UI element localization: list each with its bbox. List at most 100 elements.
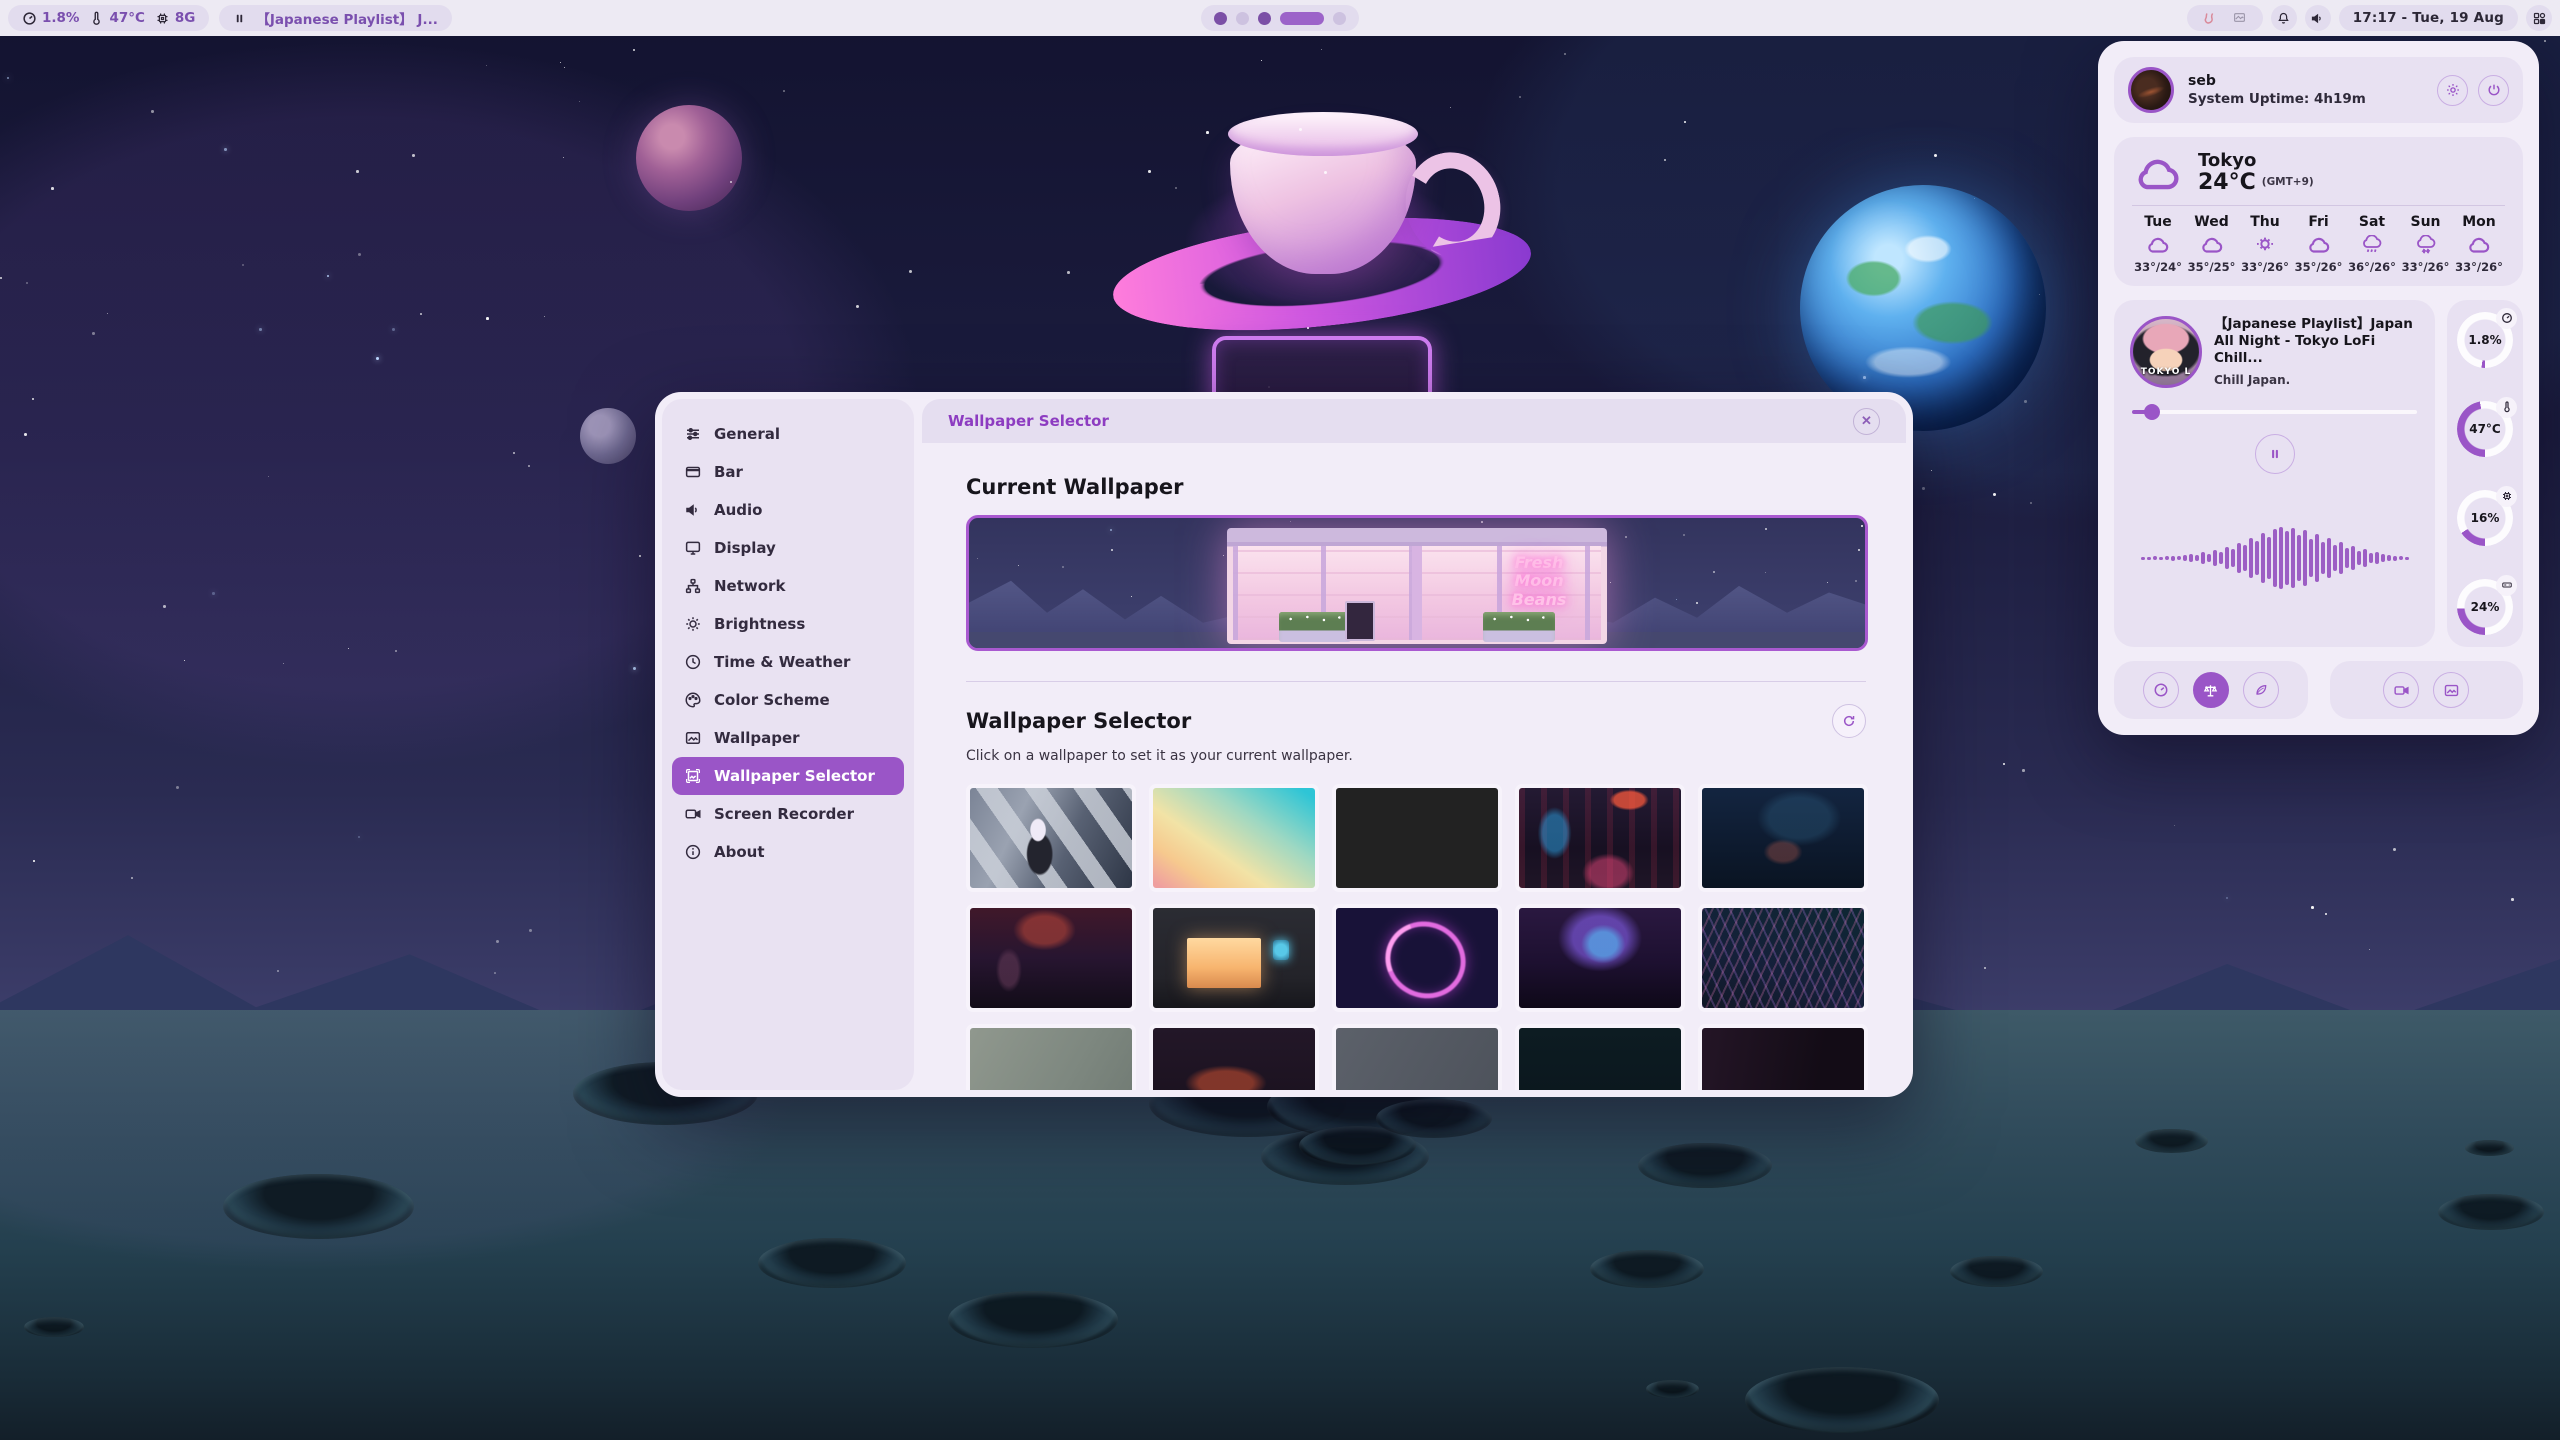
sidebar-item-brightness[interactable]: Brightness — [672, 605, 904, 643]
notifications-button[interactable] — [2271, 5, 2297, 31]
leaf-icon — [2253, 682, 2269, 698]
screen-record-button[interactable] — [2383, 672, 2419, 708]
temperature-gauge: 47°C — [2457, 401, 2513, 457]
cloud-icon — [2132, 153, 2184, 193]
wallpaper-thumbnail[interactable] — [1332, 904, 1502, 1012]
seek-track — [2132, 410, 2417, 415]
forecast-temps: 33°/26° — [2455, 260, 2503, 274]
chip-icon — [2496, 486, 2517, 507]
thermometer-icon — [89, 11, 104, 26]
system-tray — [2187, 5, 2263, 31]
cpu-value: 1.8% — [42, 10, 79, 26]
close-icon: ✕ — [1861, 413, 1872, 429]
sidebar-label: About — [714, 843, 765, 861]
thermometer-icon — [2496, 397, 2517, 418]
wallpaper-thumbnail[interactable] — [1332, 1024, 1502, 1090]
album-art-text: TOKYO L — [2133, 367, 2199, 377]
sidebar-item-time-weather[interactable]: Time & Weather — [672, 643, 904, 681]
wallpaper-thumbnail[interactable] — [1698, 784, 1868, 892]
grid-icon — [2532, 11, 2547, 26]
dashboard-toggle-button[interactable] — [2526, 5, 2552, 31]
forecast-day-name: Fri — [2308, 214, 2328, 230]
sidebar-item-color-scheme[interactable]: Color Scheme — [672, 681, 904, 719]
seek-thumb[interactable] — [2144, 404, 2160, 420]
screenshot-button[interactable] — [2433, 672, 2469, 708]
sidebar-item-display[interactable]: Display — [672, 529, 904, 567]
cloud-icon — [2145, 235, 2171, 255]
media-title: 【Japanese Playlist】 J... — [256, 8, 437, 28]
sidebar-item-about[interactable]: About — [672, 833, 904, 871]
refresh-button[interactable] — [1832, 704, 1866, 738]
workspace-dot-5[interactable] — [1333, 12, 1346, 25]
tray-app-icon-1[interactable] — [2201, 11, 2219, 25]
wallpaper-thumbnail[interactable] — [1698, 904, 1868, 1012]
speedometer-icon — [2496, 308, 2517, 329]
sidebar-label: Brightness — [714, 615, 805, 633]
tray-app-icon-2[interactable] — [2231, 11, 2249, 25]
workspace-dot-3[interactable] — [1258, 12, 1271, 25]
wallpaper-thumbnail[interactable] — [966, 1024, 1136, 1090]
sidebar-item-screen-recorder[interactable]: Screen Recorder — [672, 795, 904, 833]
media-pill[interactable]: 【Japanese Playlist】 J... — [219, 5, 451, 31]
settings-content-body: Current Wallpaper Fresh Moon Beans Wallp… — [922, 443, 1906, 1090]
wallpaper-thumbnail[interactable] — [1149, 904, 1319, 1012]
forecast-temps: 33°/24° — [2134, 260, 2182, 274]
sidebar-label: Bar — [714, 463, 743, 481]
pause-button[interactable] — [2255, 434, 2295, 474]
wallpaper-thumbnail[interactable] — [1515, 1024, 1685, 1090]
video-camera-icon — [2393, 682, 2410, 699]
temp-stat: 47°C — [89, 10, 144, 26]
wallpaper-thumbnail[interactable] — [1698, 1024, 1868, 1090]
sidebar-item-wallpaper-selector[interactable]: Wallpaper Selector — [672, 757, 904, 795]
seek-slider[interactable] — [2132, 404, 2417, 420]
forecast-day: Wed 35°/25° — [2186, 214, 2238, 274]
power-button[interactable] — [2478, 75, 2509, 106]
workspace-dot-4[interactable] — [1280, 12, 1324, 25]
clock[interactable]: 17:17 - Tue, 19 Aug — [2339, 5, 2518, 31]
memory-stat: 8G — [155, 10, 195, 26]
window-bar-icon — [684, 463, 702, 481]
video-camera-icon — [684, 805, 702, 823]
wallpaper-thumbnail[interactable] — [1149, 1024, 1319, 1090]
power-saver-profile-button[interactable] — [2243, 672, 2279, 708]
sliders-icon — [684, 425, 702, 443]
volume-button[interactable] — [2305, 5, 2331, 31]
settings-button[interactable] — [2437, 75, 2468, 106]
performance-profile-button[interactable] — [2143, 672, 2179, 708]
forecast-day-name: Sat — [2359, 214, 2385, 230]
sidebar-label: Time & Weather — [714, 653, 850, 671]
sidebar-item-audio[interactable]: Audio — [672, 491, 904, 529]
wallpaper-thumbnail[interactable] — [1149, 784, 1319, 892]
preview-coffee-shop: Fresh Moon Beans — [1227, 528, 1607, 644]
sun-cloud-icon — [2252, 235, 2278, 255]
sidebar-item-general[interactable]: General — [672, 415, 904, 453]
weather-city: Tokyo — [2198, 151, 2314, 171]
music-player-card: TOKYO L 【Japanese Playlist】Japan All Nig… — [2114, 300, 2435, 647]
speedometer-icon — [22, 11, 37, 26]
cpu-stat: 1.8% — [22, 10, 79, 26]
settings-content-header: Wallpaper Selector ✕ — [922, 399, 1906, 443]
scales-icon — [2202, 682, 2219, 699]
balanced-profile-button[interactable] — [2193, 672, 2229, 708]
close-button[interactable]: ✕ — [1853, 408, 1880, 435]
wallpaper-thumbnail[interactable] — [966, 784, 1136, 892]
wallpaper-thumbnail[interactable] — [1332, 784, 1502, 892]
wallpaper-thumbnail[interactable] — [1515, 784, 1685, 892]
workspace-switcher — [1201, 5, 1359, 31]
workspace-dot-1[interactable] — [1214, 12, 1227, 25]
user-card: seb System Uptime: 4h19m — [2114, 57, 2523, 123]
speaker-icon — [2310, 11, 2325, 26]
info-icon — [684, 843, 702, 861]
forecast-temps: 33°/26° — [2241, 260, 2289, 274]
wallpaper-thumbnail[interactable] — [966, 904, 1136, 1012]
workspace-dot-2[interactable] — [1236, 12, 1249, 25]
brightness-icon — [684, 615, 702, 633]
small-moon — [580, 408, 636, 464]
wallpaper-thumbnail[interactable] — [1515, 904, 1685, 1012]
cpu-gauge: 1.8% — [2457, 312, 2513, 368]
settings-content: Wallpaper Selector ✕ Current Wallpaper F… — [922, 399, 1906, 1090]
sidebar-item-wallpaper[interactable]: Wallpaper — [672, 719, 904, 757]
sidebar-item-bar[interactable]: Bar — [672, 453, 904, 491]
sidebar-item-network[interactable]: Network — [672, 567, 904, 605]
bell-icon — [2276, 11, 2291, 26]
